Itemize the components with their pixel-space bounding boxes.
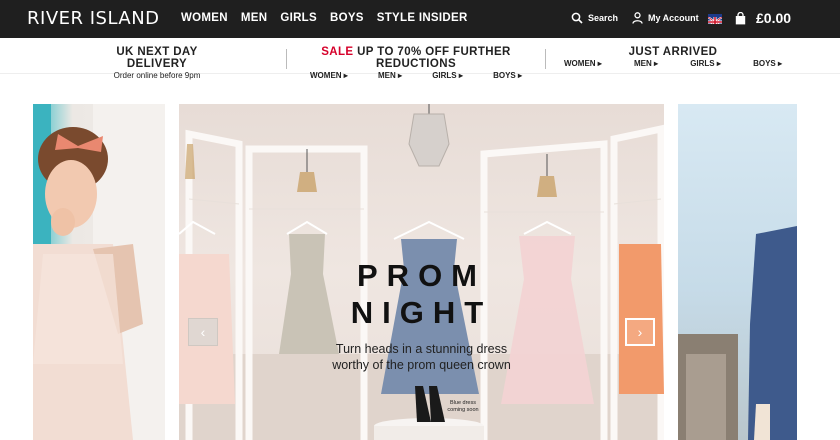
arrived-link-women[interactable]: WOMEN ▸: [564, 59, 602, 68]
search-label: Search: [588, 13, 619, 23]
bag-total[interactable]: £0.00: [756, 10, 791, 26]
man-suit-image: [678, 226, 797, 440]
delivery-promo[interactable]: UK NEXT DAY DELIVERY Order online before…: [86, 46, 228, 80]
arrived-promo: JUST ARRIVED WOMEN ▸ MEN ▸ GIRLS ▸ BOYS …: [564, 46, 782, 68]
sale-link-women[interactable]: WOMEN ▸: [310, 71, 348, 80]
search-button[interactable]: Search: [571, 12, 618, 24]
bag-icon: [735, 11, 746, 25]
arrived-link-girls[interactable]: GIRLS ▸: [690, 59, 721, 68]
nav-item-boys[interactable]: BOYS: [330, 12, 364, 24]
arrived-title[interactable]: JUST ARRIVED: [564, 46, 782, 58]
bag-button[interactable]: [735, 11, 746, 30]
product-note-line-1: Blue dress: [450, 400, 476, 406]
arrived-links: WOMEN ▸ MEN ▸ GIRLS ▸ BOYS ▸: [564, 59, 782, 68]
sale-title[interactable]: SALE UP TO 70% OFF FURTHER REDUCTIONS: [292, 46, 540, 70]
user-icon: [632, 12, 643, 24]
search-icon: [571, 12, 583, 24]
carousel-slide-next[interactable]: [678, 104, 797, 440]
sale-links: WOMEN ▸ MEN ▸ GIRLS ▸ BOYS ▸: [292, 71, 540, 80]
sale-link-boys[interactable]: BOYS ▸: [493, 71, 522, 80]
top-navigation-bar: RIVER ISLAND WOMEN MEN GIRLS BOYS STYLE …: [0, 0, 840, 38]
brand-logo[interactable]: RIVER ISLAND: [27, 8, 160, 29]
account-button[interactable]: My Account: [632, 12, 699, 24]
delivery-subtitle: Order online before 9pm: [113, 71, 201, 80]
product-note-line-2: coming soon: [447, 407, 479, 413]
hero-title-line-2: NIGHT: [350, 295, 493, 330]
sale-title-rest: UP TO 70% OFF FURTHER REDUCTIONS: [353, 46, 511, 70]
main-nav: WOMEN MEN GIRLS BOYS STYLE INSIDER: [181, 12, 468, 24]
chevron-left-icon: ‹: [200, 324, 206, 340]
sale-link-men[interactable]: MEN ▸: [378, 71, 402, 80]
chevron-right-icon: ›: [637, 324, 643, 340]
nav-item-style-insider[interactable]: STYLE INSIDER: [377, 12, 468, 24]
account-label: My Account: [648, 13, 699, 23]
sale-highlight: SALE: [321, 46, 354, 58]
nav-item-women[interactable]: WOMEN: [181, 12, 228, 24]
sale-link-girls[interactable]: GIRLS ▸: [432, 71, 463, 80]
hero-subtitle-line-2: worthy of the prom queen crown: [332, 358, 511, 372]
nav-item-girls[interactable]: GIRLS: [280, 12, 317, 24]
promo-divider: [286, 49, 287, 69]
nav-item-men[interactable]: MEN: [241, 12, 267, 24]
sale-promo: SALE UP TO 70% OFF FURTHER REDUCTIONS WO…: [292, 46, 540, 80]
delivery-title: UK NEXT DAY DELIVERY: [116, 46, 198, 70]
carousel-prev-button[interactable]: ‹: [188, 318, 218, 346]
carousel-next-button[interactable]: ›: [625, 318, 655, 346]
promo-divider: [545, 49, 546, 69]
uk-flag-icon[interactable]: [708, 14, 722, 24]
carousel-slide-previous[interactable]: [33, 104, 165, 440]
arrived-link-men[interactable]: MEN ▸: [634, 59, 658, 68]
hero-title-line-1: PROM: [357, 258, 486, 293]
promo-bar: UK NEXT DAY DELIVERY Order online before…: [0, 38, 840, 80]
arrived-link-boys[interactable]: BOYS ▸: [753, 59, 782, 68]
hero-subtitle-line-1: Turn heads in a stunning dress: [335, 342, 508, 356]
girl-image: [33, 104, 165, 440]
